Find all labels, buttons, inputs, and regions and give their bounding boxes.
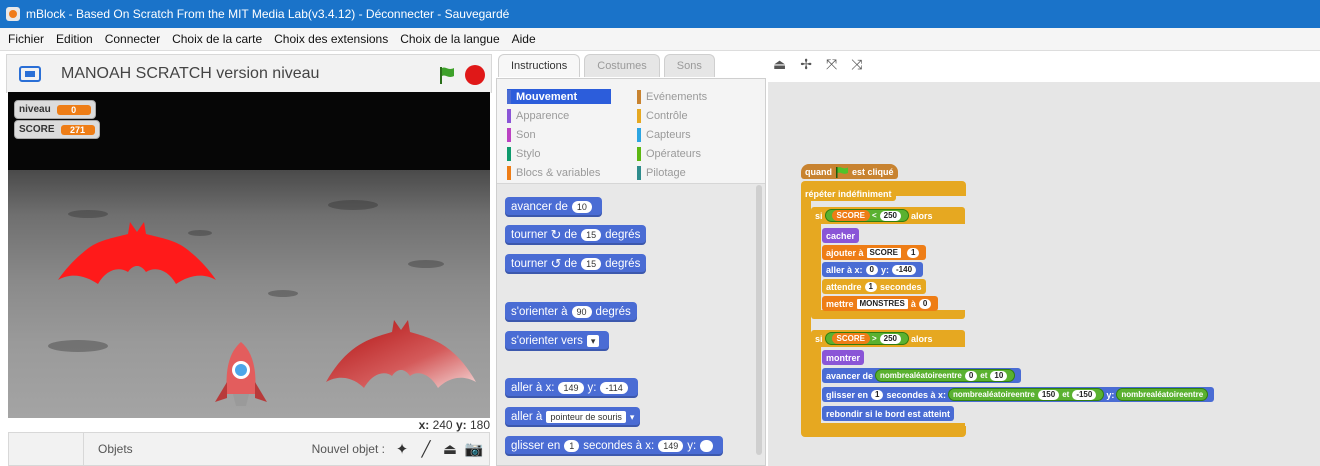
category-color xyxy=(507,108,511,123)
variable-monitor-niveau: niveau 0 xyxy=(14,100,96,119)
goto-xy-block[interactable]: aller à x: 0 y: -140 xyxy=(822,262,924,277)
category-operateurs[interactable]: Opérateurs xyxy=(637,146,757,161)
menu-connecter[interactable]: Connecter xyxy=(105,32,160,46)
rotate-clockwise-icon: ↻ xyxy=(550,227,562,242)
menu-bar: Fichier Edition Connecter Choix de la ca… xyxy=(0,28,1320,51)
block-glide[interactable]: glisser en 1 secondes à x: 149 y: xyxy=(505,436,723,456)
project-title[interactable]: MANOAH SCRATCH version niveau xyxy=(61,65,319,83)
dropdown-arrow-icon[interactable]: ▾ xyxy=(586,335,600,347)
blocks-palette: Mouvement Evénements Apparence Contrôle … xyxy=(496,78,766,466)
block-move-steps[interactable]: avancer de 10 xyxy=(505,197,602,217)
menu-choix-carte[interactable]: Choix de la carte xyxy=(172,32,262,46)
duplicate-icon[interactable]: ⏏ xyxy=(773,56,786,74)
delete-cut-icon[interactable]: ✢ xyxy=(800,56,812,74)
category-pilotage[interactable]: Pilotage xyxy=(637,165,757,180)
when-flag-clicked-block[interactable]: quand est cliqué xyxy=(801,164,898,179)
mouse-coordinates: x: 240 y: 180 xyxy=(418,418,490,432)
glide-random-block[interactable]: glisser en 1 secondes à x: nombrealéatoire… xyxy=(822,387,1215,402)
window-title: mBlock - Based On Scratch From the MIT M… xyxy=(26,7,510,21)
set-variable-block[interactable]: mettre MONSTRES à 0 xyxy=(822,296,939,311)
gt-operator[interactable]: SCORE >250 xyxy=(824,332,909,345)
menu-aide[interactable]: Aide xyxy=(512,32,536,46)
editor-tabs: Instructions Costumes Sons xyxy=(498,54,719,78)
show-block[interactable]: montrer xyxy=(822,350,865,365)
grow-icon[interactable]: ⤧ xyxy=(826,56,837,74)
variable-value: 271 xyxy=(60,124,95,135)
category-color xyxy=(637,165,641,180)
random-operator[interactable]: nombrealéatoireentre 0 et 10 xyxy=(875,369,1016,382)
stage-header: MANOAH SCRATCH version niveau xyxy=(6,54,492,93)
rocket-sprite[interactable] xyxy=(213,342,269,418)
category-color xyxy=(507,146,511,161)
menu-choix-langue[interactable]: Choix de la langue xyxy=(400,32,499,46)
tab-sons[interactable]: Sons xyxy=(663,54,715,77)
green-flag-icon xyxy=(836,166,848,178)
menu-edition[interactable]: Edition xyxy=(56,32,93,46)
category-evenements[interactable]: Evénements xyxy=(637,89,757,104)
green-flag-icon[interactable] xyxy=(437,65,457,85)
category-mouvement[interactable]: Mouvement xyxy=(507,89,611,104)
category-color xyxy=(637,108,641,123)
if-block-2[interactable]: si SCORE >250 alors xyxy=(811,331,937,346)
bat-sprite[interactable] xyxy=(326,320,476,392)
tab-costumes[interactable]: Costumes xyxy=(584,54,660,77)
category-list: Mouvement Evénements Apparence Contrôle … xyxy=(497,79,765,184)
random-operator[interactable]: nombrealéatoireentre xyxy=(1116,388,1209,401)
category-controle[interactable]: Contrôle xyxy=(637,108,757,123)
variable-value: 0 xyxy=(56,104,91,115)
forever-block[interactable]: répéter indéfiniment xyxy=(801,186,896,201)
category-apparence[interactable]: Apparence xyxy=(507,108,627,123)
variable-monitor-score: SCORE 271 xyxy=(14,120,100,139)
stage-thumbnail-slot[interactable] xyxy=(9,433,84,465)
tab-instructions[interactable]: Instructions xyxy=(498,54,581,77)
upload-sprite-icon[interactable]: ⏏ xyxy=(441,440,459,458)
new-sprite-label: Nouvel objet : xyxy=(311,442,385,456)
title-bar: mBlock - Based On Scratch From the MIT M… xyxy=(0,0,1320,28)
block-goto-xy[interactable]: aller à x: 149 y: -114 xyxy=(505,378,638,398)
category-color xyxy=(507,89,511,104)
shrink-icon[interactable]: ⤨ xyxy=(851,56,862,74)
variable-name: SCORE xyxy=(19,124,55,135)
category-color xyxy=(637,89,641,104)
category-capteurs[interactable]: Capteurs xyxy=(637,127,757,142)
mblock-app-icon xyxy=(6,7,20,21)
lt-operator[interactable]: SCORE <250 xyxy=(824,209,909,222)
sprites-bar: Objets Nouvel objet : ✦ ╱ ⏏ 📷 xyxy=(8,432,490,466)
wait-block[interactable]: attendre 1 secondes xyxy=(822,279,926,294)
block-turn-right[interactable]: tourner ↻ de 15 degrés xyxy=(505,225,647,245)
category-color xyxy=(637,127,641,142)
stop-button[interactable] xyxy=(465,65,485,85)
change-variable-block[interactable]: ajouter à SCORE 1 xyxy=(822,245,927,260)
block-turn-left[interactable]: tourner ↺ de 15 degrés xyxy=(505,254,647,274)
menu-fichier[interactable]: Fichier xyxy=(8,32,44,46)
palette-scrollbar[interactable] xyxy=(756,185,762,455)
category-stylo[interactable]: Stylo xyxy=(507,146,627,161)
category-blocs-variables[interactable]: Blocs & variables xyxy=(507,165,627,180)
rotate-counterclockwise-icon: ↺ xyxy=(550,256,562,271)
block-point-in-direction[interactable]: s'orienter à 90 degrés xyxy=(505,302,637,322)
move-random-block[interactable]: avancer de nombrealéatoireentre 0 et 10 xyxy=(822,368,1022,383)
random-operator[interactable]: nombrealéatoireentre 150 et -150 xyxy=(948,388,1105,401)
script-area[interactable]: quand est cliqué répéter indéfiniment si… xyxy=(768,82,1320,466)
menu-choix-extensions[interactable]: Choix des extensions xyxy=(274,32,388,46)
sprites-label: Objets xyxy=(98,442,133,456)
paint-new-sprite-icon[interactable]: ╱ xyxy=(417,440,435,458)
category-color xyxy=(507,127,511,142)
script-toolbar: ⏏ ✢ ⤧ ⤨ xyxy=(773,56,876,74)
category-son[interactable]: Son xyxy=(507,127,627,142)
category-color xyxy=(507,165,511,180)
block-point-towards[interactable]: s'orienter vers ▾ xyxy=(505,331,610,351)
hide-block[interactable]: cacher xyxy=(822,228,860,243)
bounce-block[interactable]: rebondir si le bord est atteint xyxy=(822,406,955,421)
bat-sprite[interactable] xyxy=(58,220,216,292)
category-color xyxy=(637,146,641,161)
variable-name: niveau xyxy=(19,104,51,115)
if-block-1[interactable]: si SCORE <250 alors xyxy=(811,208,937,223)
choose-sprite-library-icon[interactable]: ✦ xyxy=(393,440,411,458)
presentation-mode-icon[interactable] xyxy=(19,66,41,82)
block-goto[interactable]: aller à pointeur de souris ▾ xyxy=(505,407,641,427)
camera-icon[interactable]: 📷 xyxy=(465,440,484,458)
stage[interactable]: niveau 0 SCORE 271 xyxy=(8,92,490,418)
